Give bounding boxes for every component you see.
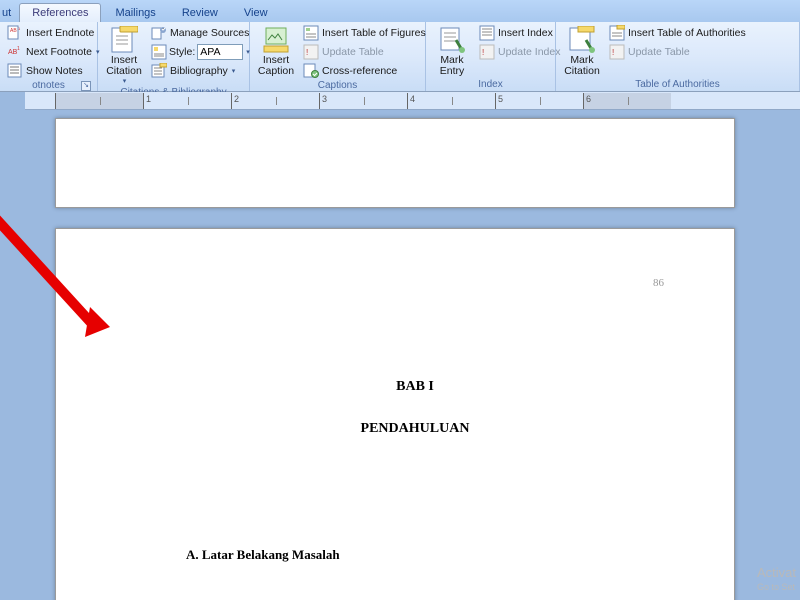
mark-citation-button[interactable]: Mark Citation [560, 24, 604, 79]
footnotes-launcher[interactable]: ↘ [81, 81, 91, 91]
document-area[interactable]: 86 BAB I PENDAHULUAN A. Latar Belakang M… [0, 110, 800, 600]
insert-tof-button[interactable]: Insert Table of Figures [300, 24, 429, 42]
citation-icon [110, 26, 138, 54]
endnote-icon: AB1 [7, 25, 23, 41]
windows-activation-watermark: Activat Go to Set [757, 566, 796, 594]
tof-icon [303, 25, 319, 41]
crossref-icon [303, 63, 319, 79]
insert-toa-button[interactable]: Insert Table of Authorities [606, 24, 749, 42]
ruler-tick: 1 [146, 94, 151, 104]
next-footnote-label: Next Footnote [26, 46, 92, 58]
update-index-label: Update Index [498, 46, 560, 58]
update-index-icon: ! [479, 44, 495, 60]
svg-text:1: 1 [17, 46, 20, 52]
insert-endnote-button[interactable]: AB1 Insert Endnote [4, 24, 102, 42]
mark-citation-label: Mark Citation [564, 55, 600, 77]
doc-section-a[interactable]: A. Latar Belakang Masalah [186, 547, 644, 563]
insert-index-icon [479, 25, 495, 41]
svg-text:1: 1 [18, 26, 21, 31]
svg-text:!: ! [612, 48, 614, 57]
group-label-index: Index [430, 79, 551, 91]
ruler-tick: 6 [586, 94, 591, 104]
doc-heading-bab[interactable]: BAB I [186, 379, 644, 395]
show-notes-button[interactable]: Show Notes [4, 62, 102, 80]
update-tof-button[interactable]: ! Update Table [300, 43, 429, 61]
next-footnote-icon: AB1 [7, 44, 23, 60]
style-label: Style: [169, 46, 195, 58]
ruler-tick: 4 [410, 94, 415, 104]
update-toa-icon: ! [609, 44, 625, 60]
dropdown-icon: ▾ [122, 77, 127, 85]
update-tof-label: Update Table [322, 46, 384, 58]
group-captions: Insert Caption Insert Table of Figures !… [250, 22, 426, 91]
doc-heading-pendahuluan[interactable]: PENDAHULUAN [186, 421, 644, 437]
dropdown-icon: ▾ [231, 67, 236, 75]
page-previous[interactable] [55, 118, 735, 208]
ruler-tick: 5 [498, 94, 503, 104]
horizontal-ruler[interactable]: 1 2 3 4 5 6 [25, 92, 800, 110]
insert-index-label: Insert Index [498, 27, 553, 39]
group-footnotes: AB1 Insert Endnote AB1 Next Footnote ▾ S… [0, 22, 98, 91]
svg-text:!: ! [306, 48, 308, 57]
cross-reference-button[interactable]: Cross-reference [300, 62, 429, 80]
tab-review[interactable]: Review [170, 4, 230, 22]
insert-caption-label: Insert Caption [258, 55, 294, 77]
group-label-footnotes: otnotes ↘ [4, 80, 93, 92]
tab-view[interactable]: View [232, 4, 280, 22]
manage-sources-icon [151, 25, 167, 41]
group-label-captions: Captions [254, 80, 421, 92]
insert-citation-button[interactable]: Insert Citation ▾ [102, 24, 146, 87]
group-index: Mark Entry Insert Index ! Update Index I… [426, 22, 556, 91]
page-current[interactable]: 86 BAB I PENDAHULUAN A. Latar Belakang M… [55, 228, 735, 600]
insert-index-button[interactable]: Insert Index [476, 24, 563, 42]
citation-style-row: Style: ▾ [148, 43, 253, 61]
manage-sources-label: Manage Sources [170, 27, 249, 39]
update-table-icon: ! [303, 44, 319, 60]
group-citations: Insert Citation ▾ Manage Sources Style: [98, 22, 250, 91]
style-icon [151, 44, 167, 60]
mark-entry-button[interactable]: Mark Entry [430, 24, 474, 79]
insert-caption-button[interactable]: Insert Caption [254, 24, 298, 79]
insert-tof-label: Insert Table of Figures [322, 27, 426, 39]
update-toa-button[interactable]: ! Update Table [606, 43, 749, 61]
next-footnote-button[interactable]: AB1 Next Footnote ▾ [4, 43, 102, 61]
document-workspace: 1 2 3 4 5 6 86 BAB I PENDAHULUAN A. Lata… [0, 92, 800, 600]
update-index-button[interactable]: ! Update Index [476, 43, 563, 61]
manage-sources-button[interactable]: Manage Sources [148, 24, 253, 42]
citation-style-select[interactable] [197, 44, 243, 60]
ruler-tick: 3 [322, 94, 327, 104]
insert-endnote-label: Insert Endnote [26, 27, 94, 39]
page-number: 86 [653, 277, 664, 289]
show-notes-icon [7, 63, 23, 79]
caption-icon [262, 26, 290, 54]
tab-references[interactable]: References [19, 3, 101, 22]
ruler-tick: 2 [234, 94, 239, 104]
svg-text:!: ! [482, 48, 484, 57]
group-label-toa: Table of Authorities [560, 79, 795, 91]
show-notes-label: Show Notes [26, 65, 83, 77]
mark-entry-icon [438, 26, 466, 54]
tab-mailings[interactable]: Mailings [103, 4, 167, 22]
update-toa-label: Update Table [628, 46, 690, 58]
ribbon: AB1 Insert Endnote AB1 Next Footnote ▾ S… [0, 22, 800, 92]
mark-entry-label: Mark Entry [440, 55, 465, 77]
bibliography-icon [151, 63, 167, 79]
ribbon-tabs: ut References Mailings Review View [0, 0, 800, 22]
insert-toa-label: Insert Table of Authorities [628, 27, 746, 39]
cross-reference-label: Cross-reference [322, 65, 397, 77]
svg-text:AB: AB [10, 28, 17, 34]
tab-prev-cut[interactable]: ut [0, 4, 17, 22]
bibliography-label: Bibliography [170, 65, 228, 77]
group-toa: Mark Citation Insert Table of Authoritie… [556, 22, 800, 91]
insert-citation-label: Insert Citation [106, 55, 142, 77]
insert-toa-icon [609, 25, 625, 41]
bibliography-button[interactable]: Bibliography ▾ [148, 62, 253, 80]
mark-citation-icon [568, 26, 596, 54]
